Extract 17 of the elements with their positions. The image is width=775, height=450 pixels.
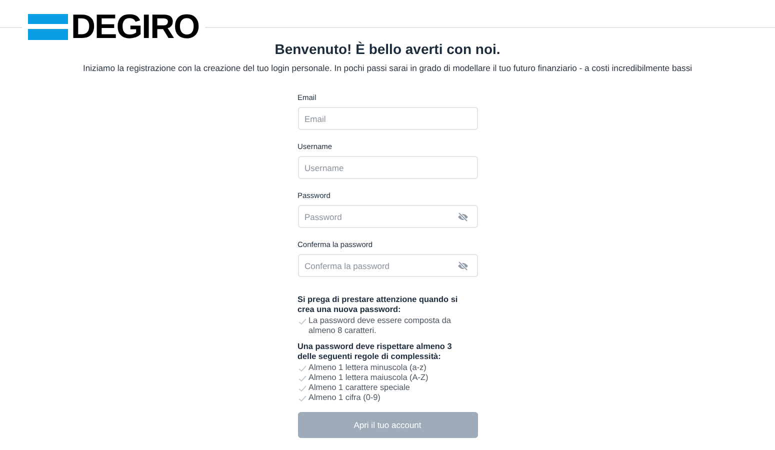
input-field[interactable]: Username xyxy=(298,156,478,179)
input-field[interactable]: Email xyxy=(298,107,478,130)
rules-heading: Si prega di prestare attenzione quando si crea una nuova password: xyxy=(298,295,459,315)
page-title: Benvenuto! È bello averti con noi. xyxy=(274,41,500,57)
rules-heading: Una password deve rispettare almeno 3 delle seguenti regole di complessità: xyxy=(298,342,453,362)
input-field[interactable]: Password xyxy=(298,205,478,228)
intro-text: Iniziamo la registrazione con la creazione del tuo login personale. In pochi passi sarai in grado di modellare il tuo futuro finanziario - a costi incredibilmente bassi xyxy=(82,63,692,74)
rule-text: Almeno 1 lettera maiuscola (A-Z) xyxy=(308,373,428,383)
rule-text: La password deve essere composta da almeno 8 caratteri. xyxy=(308,316,452,336)
rule-text: Almeno 1 lettera minuscola (a-z) xyxy=(308,363,426,373)
logo-text: DEGIRO xyxy=(71,13,200,41)
eye-slash-icon[interactable] xyxy=(456,212,468,222)
input-field[interactable]: Conferma la password xyxy=(298,254,478,277)
rule-text: Almeno 1 cifra (0-9) xyxy=(308,393,380,403)
logo-stripes-icon xyxy=(28,14,68,40)
eye-slash-icon[interactable] xyxy=(456,260,468,270)
rule-text: Almeno 1 carattere speciale xyxy=(308,383,410,393)
